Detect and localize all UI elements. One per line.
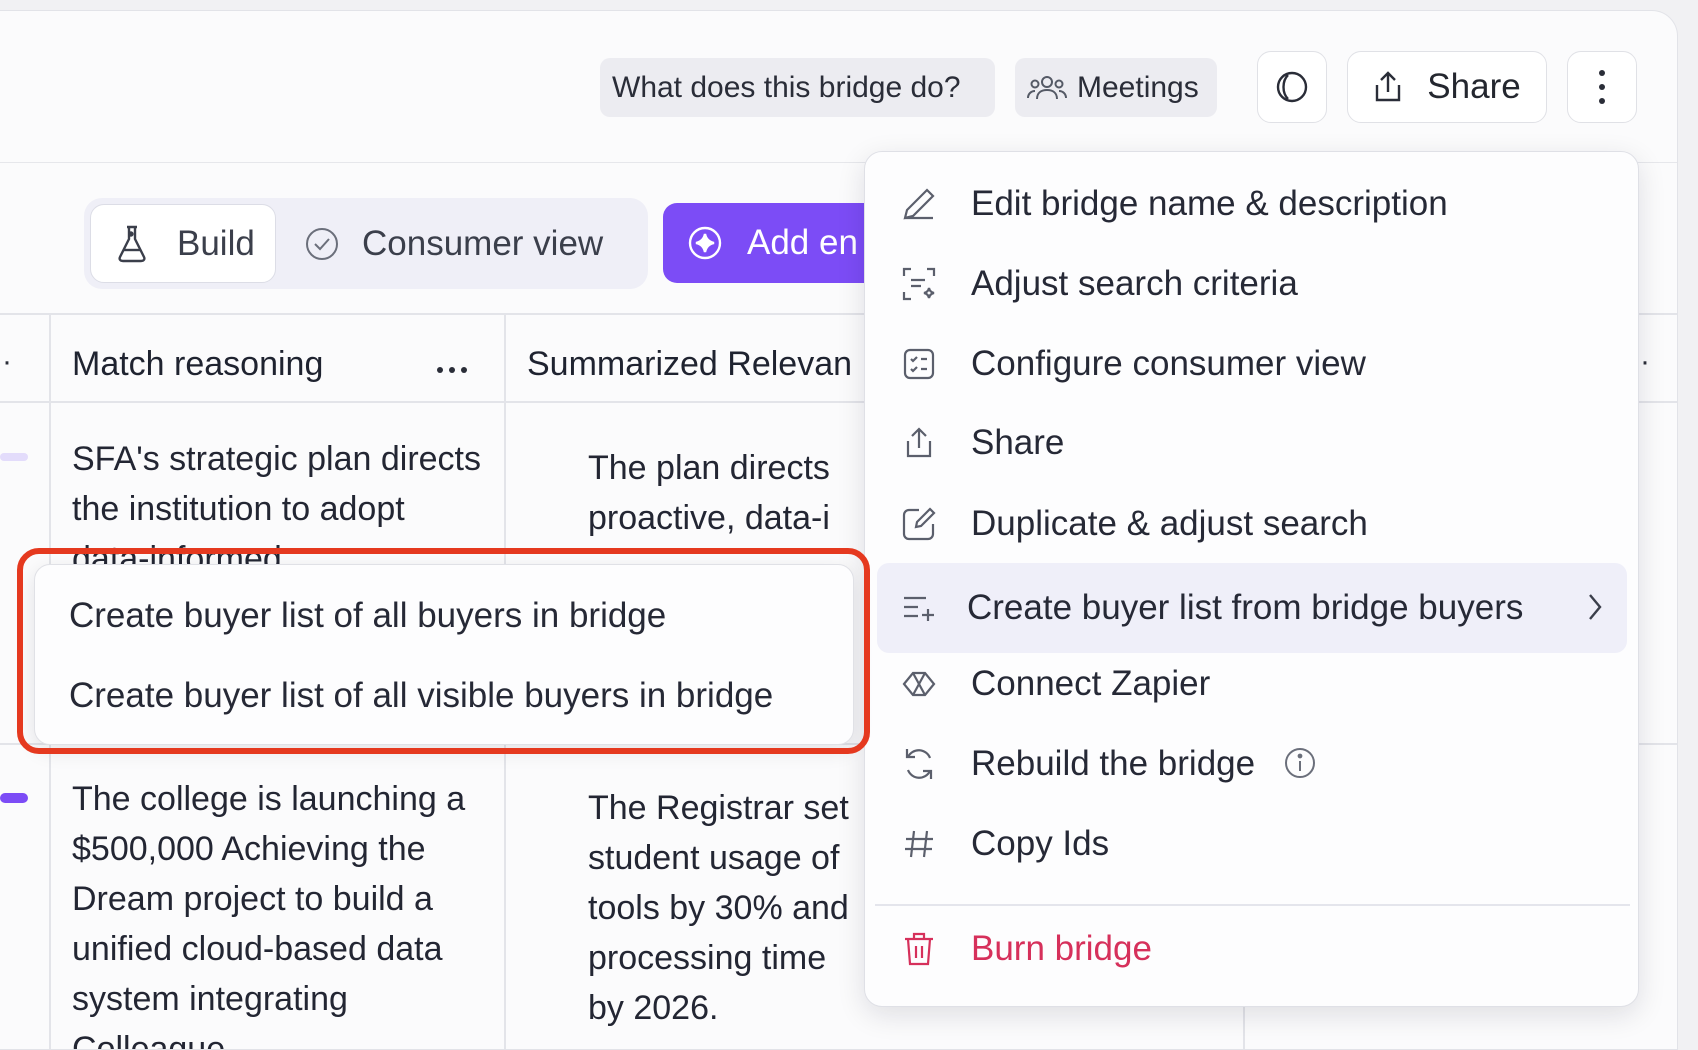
vertical-dots-icon: [1598, 69, 1606, 105]
view-mode-segmented-control: Build Consumer view: [84, 198, 648, 289]
column-header-summarized-relevance[interactable]: Summarized Relevan: [527, 345, 867, 384]
checklist-icon: [901, 346, 937, 382]
menu-item-connect-zapier[interactable]: Connect Zapier: [865, 647, 1638, 721]
menu-item-label: Duplicate & adjust search: [971, 504, 1368, 543]
hash-icon: [901, 826, 937, 862]
info-icon[interactable]: [1283, 746, 1317, 789]
menu-item-label: Create buyer list from bridge buyers: [967, 588, 1524, 627]
people-icon: [1027, 73, 1067, 103]
refresh-icon: [901, 746, 937, 782]
row-indicator: [0, 453, 28, 461]
column-header-match-reasoning[interactable]: Match reasoning: [72, 345, 323, 384]
next-column-menu-dots[interactable]: ·: [1640, 345, 1650, 379]
share-label: Share: [1427, 67, 1521, 106]
match-reasoning-cell: The college is launching a $500,000 Achi…: [72, 780, 466, 1050]
build-tab[interactable]: Build: [90, 204, 276, 283]
menu-separator: [875, 904, 1630, 906]
highlight-annotation-box: [17, 548, 870, 754]
menu-item-rebuild-bridge[interactable]: Rebuild the bridge: [865, 727, 1638, 801]
menu-item-label: Configure consumer view: [971, 344, 1366, 383]
zapier-icon: [901, 666, 937, 702]
menu-item-configure-consumer-view[interactable]: Configure consumer view: [865, 327, 1638, 401]
summary-cell: The plan directs proactive, data-i: [588, 443, 868, 553]
list-add-icon: [901, 590, 937, 626]
menu-item-label: Copy Ids: [971, 824, 1110, 863]
more-options-button[interactable]: [1567, 51, 1637, 123]
menu-item-label: Share: [971, 423, 1065, 462]
sparkle-circle-icon: [687, 225, 723, 261]
row-indicator: [0, 793, 28, 803]
meetings-button[interactable]: Meetings: [1015, 58, 1217, 117]
circle-half-icon: [1275, 70, 1309, 104]
app-window: What does this bridge do? Meetings Share…: [0, 10, 1678, 1050]
trash-icon: [901, 931, 937, 967]
build-label: Build: [177, 223, 255, 263]
share-icon: [1373, 70, 1403, 104]
menu-item-label: Burn bridge: [971, 929, 1152, 968]
menu-item-duplicate-adjust[interactable]: Duplicate & adjust search: [865, 487, 1638, 561]
summary-bullet: The Registrar set student usage of tools…: [588, 783, 868, 1033]
consumer-view-tab[interactable]: Consumer view: [304, 198, 603, 289]
menu-item-share[interactable]: Share: [865, 406, 1638, 480]
what-does-bridge-do-button[interactable]: What does this bridge do?: [600, 58, 995, 117]
chevron-right-icon: [1587, 591, 1603, 632]
menu-item-label: Adjust search criteria: [971, 264, 1298, 303]
previous-column-menu-dots[interactable]: ·: [2, 345, 12, 379]
column-menu-dots-icon[interactable]: [436, 361, 468, 379]
menu-item-copy-ids[interactable]: Copy Ids: [865, 807, 1638, 881]
summary-cell: The Registrar set student usage of tools…: [588, 783, 868, 1049]
menu-item-label: Connect Zapier: [971, 664, 1211, 703]
what-does-label: What does this bridge do?: [612, 70, 961, 104]
consumer-view-label: Consumer view: [362, 223, 604, 263]
meetings-label: Meetings: [1077, 70, 1199, 104]
check-circle-icon: [304, 226, 340, 262]
scan-sparkle-icon: [901, 266, 937, 302]
menu-item-edit-bridge[interactable]: Edit bridge name & description: [865, 167, 1638, 241]
menu-item-burn-bridge[interactable]: Burn bridge: [865, 912, 1638, 986]
top-bar: What does this bridge do? Meetings Share: [0, 11, 1677, 163]
menu-item-create-buyer-list[interactable]: Create buyer list from bridge buyers: [877, 563, 1627, 653]
summary-bullet: The plan directs proactive, data-i: [588, 443, 868, 543]
pencil-icon: [901, 186, 937, 222]
flask-icon: [117, 225, 147, 268]
share-button[interactable]: Share: [1347, 51, 1547, 123]
bridge-options-menu: Edit bridge name & description Adjust se…: [864, 151, 1639, 1007]
menu-item-adjust-search[interactable]: Adjust search criteria: [865, 247, 1638, 321]
add-label: Add en: [747, 223, 858, 262]
menu-item-label: Edit bridge name & description: [971, 184, 1448, 223]
theme-toggle-button[interactable]: [1257, 51, 1327, 123]
share-icon: [901, 425, 937, 461]
menu-item-label: Rebuild the bridge: [971, 744, 1256, 783]
duplicate-edit-icon: [901, 506, 937, 542]
